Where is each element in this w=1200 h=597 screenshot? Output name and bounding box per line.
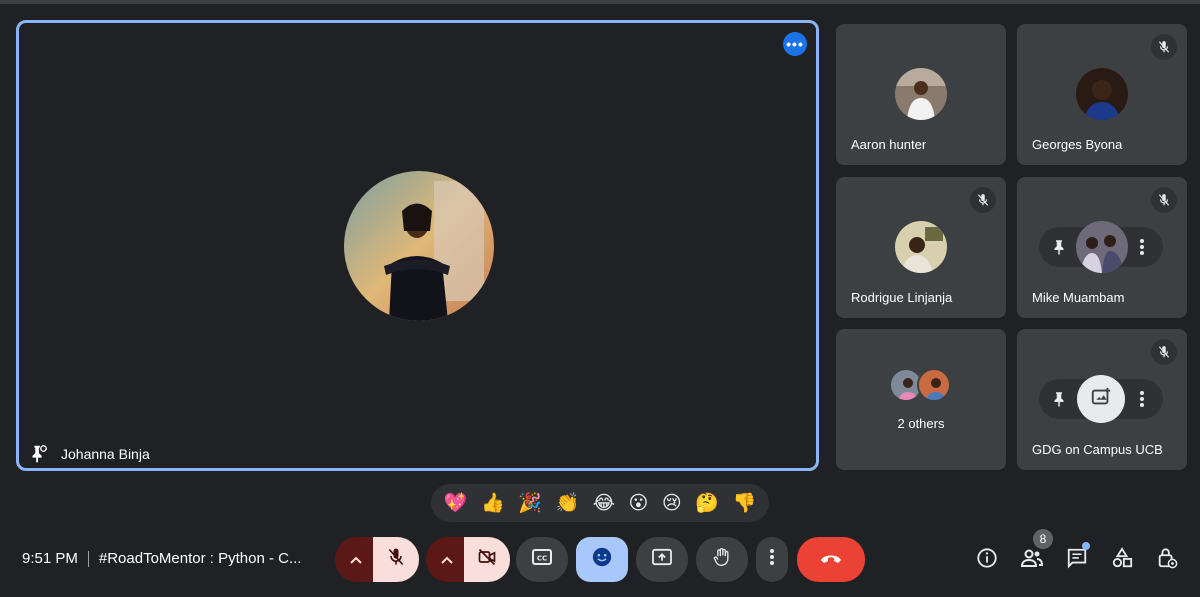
participant-avatar bbox=[1076, 68, 1128, 120]
participant-avatar bbox=[1076, 221, 1128, 273]
participant-name: Aaron hunter bbox=[851, 137, 927, 152]
others-avatar-group bbox=[889, 368, 955, 404]
main-speaker-name: Johanna Binja bbox=[61, 446, 150, 462]
pin-icon[interactable] bbox=[1050, 237, 1068, 262]
captions-button[interactable]: CC bbox=[516, 537, 568, 582]
reaction-laugh[interactable]: 😂 bbox=[593, 493, 615, 513]
mic-off-icon bbox=[1151, 187, 1177, 213]
participant-tile[interactable]: Georges Byona bbox=[1017, 24, 1187, 165]
more-options-button[interactable]: ••• bbox=[783, 32, 807, 56]
reaction-party[interactable]: 🎉 bbox=[518, 493, 542, 513]
others-count-label: 2 others bbox=[897, 416, 945, 431]
reactions-bar: 💖 👍 🎉 👏 😂 😮 😢 🤔 👎 bbox=[431, 484, 769, 522]
mic-off-icon bbox=[1151, 339, 1177, 365]
more-options-button[interactable] bbox=[756, 537, 788, 582]
main-speaker-avatar bbox=[344, 171, 494, 321]
host-controls-icon[interactable] bbox=[1154, 545, 1180, 571]
info-icon[interactable] bbox=[974, 545, 1000, 571]
reaction-heart[interactable]: 💖 bbox=[444, 493, 468, 513]
present-button[interactable] bbox=[636, 537, 688, 582]
reaction-thinking[interactable]: 🤔 bbox=[695, 493, 719, 513]
main-speaker-tile[interactable]: ••• Johanna Binja bbox=[16, 20, 819, 471]
video-settings-button[interactable] bbox=[426, 537, 468, 582]
reactions-button[interactable] bbox=[576, 537, 628, 582]
reaction-thumbs-up[interactable]: 👍 bbox=[481, 493, 505, 513]
people-icon[interactable] bbox=[1019, 545, 1045, 571]
captions-icon: CC bbox=[532, 549, 552, 570]
others-tile[interactable]: 2 others bbox=[836, 329, 1006, 470]
participant-name: Georges Byona bbox=[1032, 137, 1123, 152]
camera-toggle-button[interactable] bbox=[464, 537, 510, 582]
participant-avatar bbox=[895, 68, 947, 120]
participant-avatar bbox=[895, 221, 947, 273]
camera-off-icon bbox=[476, 547, 498, 572]
end-call-icon bbox=[819, 551, 843, 569]
participant-tile[interactable]: Mike Muambam bbox=[1017, 177, 1187, 318]
mic-off-icon bbox=[970, 187, 996, 213]
mic-toggle-button[interactable] bbox=[373, 537, 419, 582]
reaction-surprised[interactable]: 😮 bbox=[628, 493, 648, 513]
participant-tile[interactable]: Aaron hunter bbox=[836, 24, 1006, 165]
more-vert-icon[interactable] bbox=[1138, 237, 1146, 262]
activities-icon[interactable] bbox=[1109, 545, 1135, 571]
raise-hand-icon bbox=[712, 546, 732, 573]
participant-avatar bbox=[917, 368, 951, 402]
meeting-info: 9:51 PM #RoadToMentor : Python - C... bbox=[22, 550, 302, 568]
more-vert-icon bbox=[769, 547, 775, 572]
chat-unread-dot bbox=[1082, 542, 1090, 550]
participant-name: Rodrigue Linjanja bbox=[851, 290, 953, 305]
reaction-sad[interactable]: 😢 bbox=[662, 493, 682, 513]
picture-in-picture-icon bbox=[1090, 386, 1112, 413]
meeting-time: 9:51 PM bbox=[22, 550, 78, 567]
meeting-title: #RoadToMentor : Python - C... bbox=[98, 550, 302, 567]
reaction-clap[interactable]: 👏 bbox=[555, 493, 579, 513]
add-to-frame-button[interactable] bbox=[1077, 375, 1125, 423]
top-divider bbox=[0, 0, 1200, 4]
pin-icon[interactable] bbox=[1050, 389, 1068, 414]
reaction-thumbs-down[interactable]: 👎 bbox=[732, 493, 756, 513]
emoji-icon bbox=[591, 546, 613, 573]
divider bbox=[87, 551, 89, 568]
svg-text:CC: CC bbox=[537, 555, 547, 563]
more-vert-icon[interactable] bbox=[1138, 389, 1146, 414]
raise-hand-button[interactable] bbox=[696, 537, 748, 582]
pin-icon bbox=[27, 443, 49, 465]
mic-off-icon bbox=[386, 547, 406, 572]
end-call-button[interactable] bbox=[797, 537, 865, 582]
chevron-up-icon bbox=[350, 551, 362, 569]
participant-tile[interactable]: GDG on Campus UCB bbox=[1017, 329, 1187, 470]
participant-name: GDG on Campus UCB bbox=[1032, 442, 1163, 457]
participant-tile[interactable]: Rodrigue Linjanja bbox=[836, 177, 1006, 318]
audio-settings-button[interactable] bbox=[335, 537, 377, 582]
present-icon bbox=[651, 548, 673, 571]
participant-name: Mike Muambam bbox=[1032, 290, 1125, 305]
chevron-up-icon bbox=[441, 551, 453, 569]
mic-off-icon bbox=[1151, 34, 1177, 60]
